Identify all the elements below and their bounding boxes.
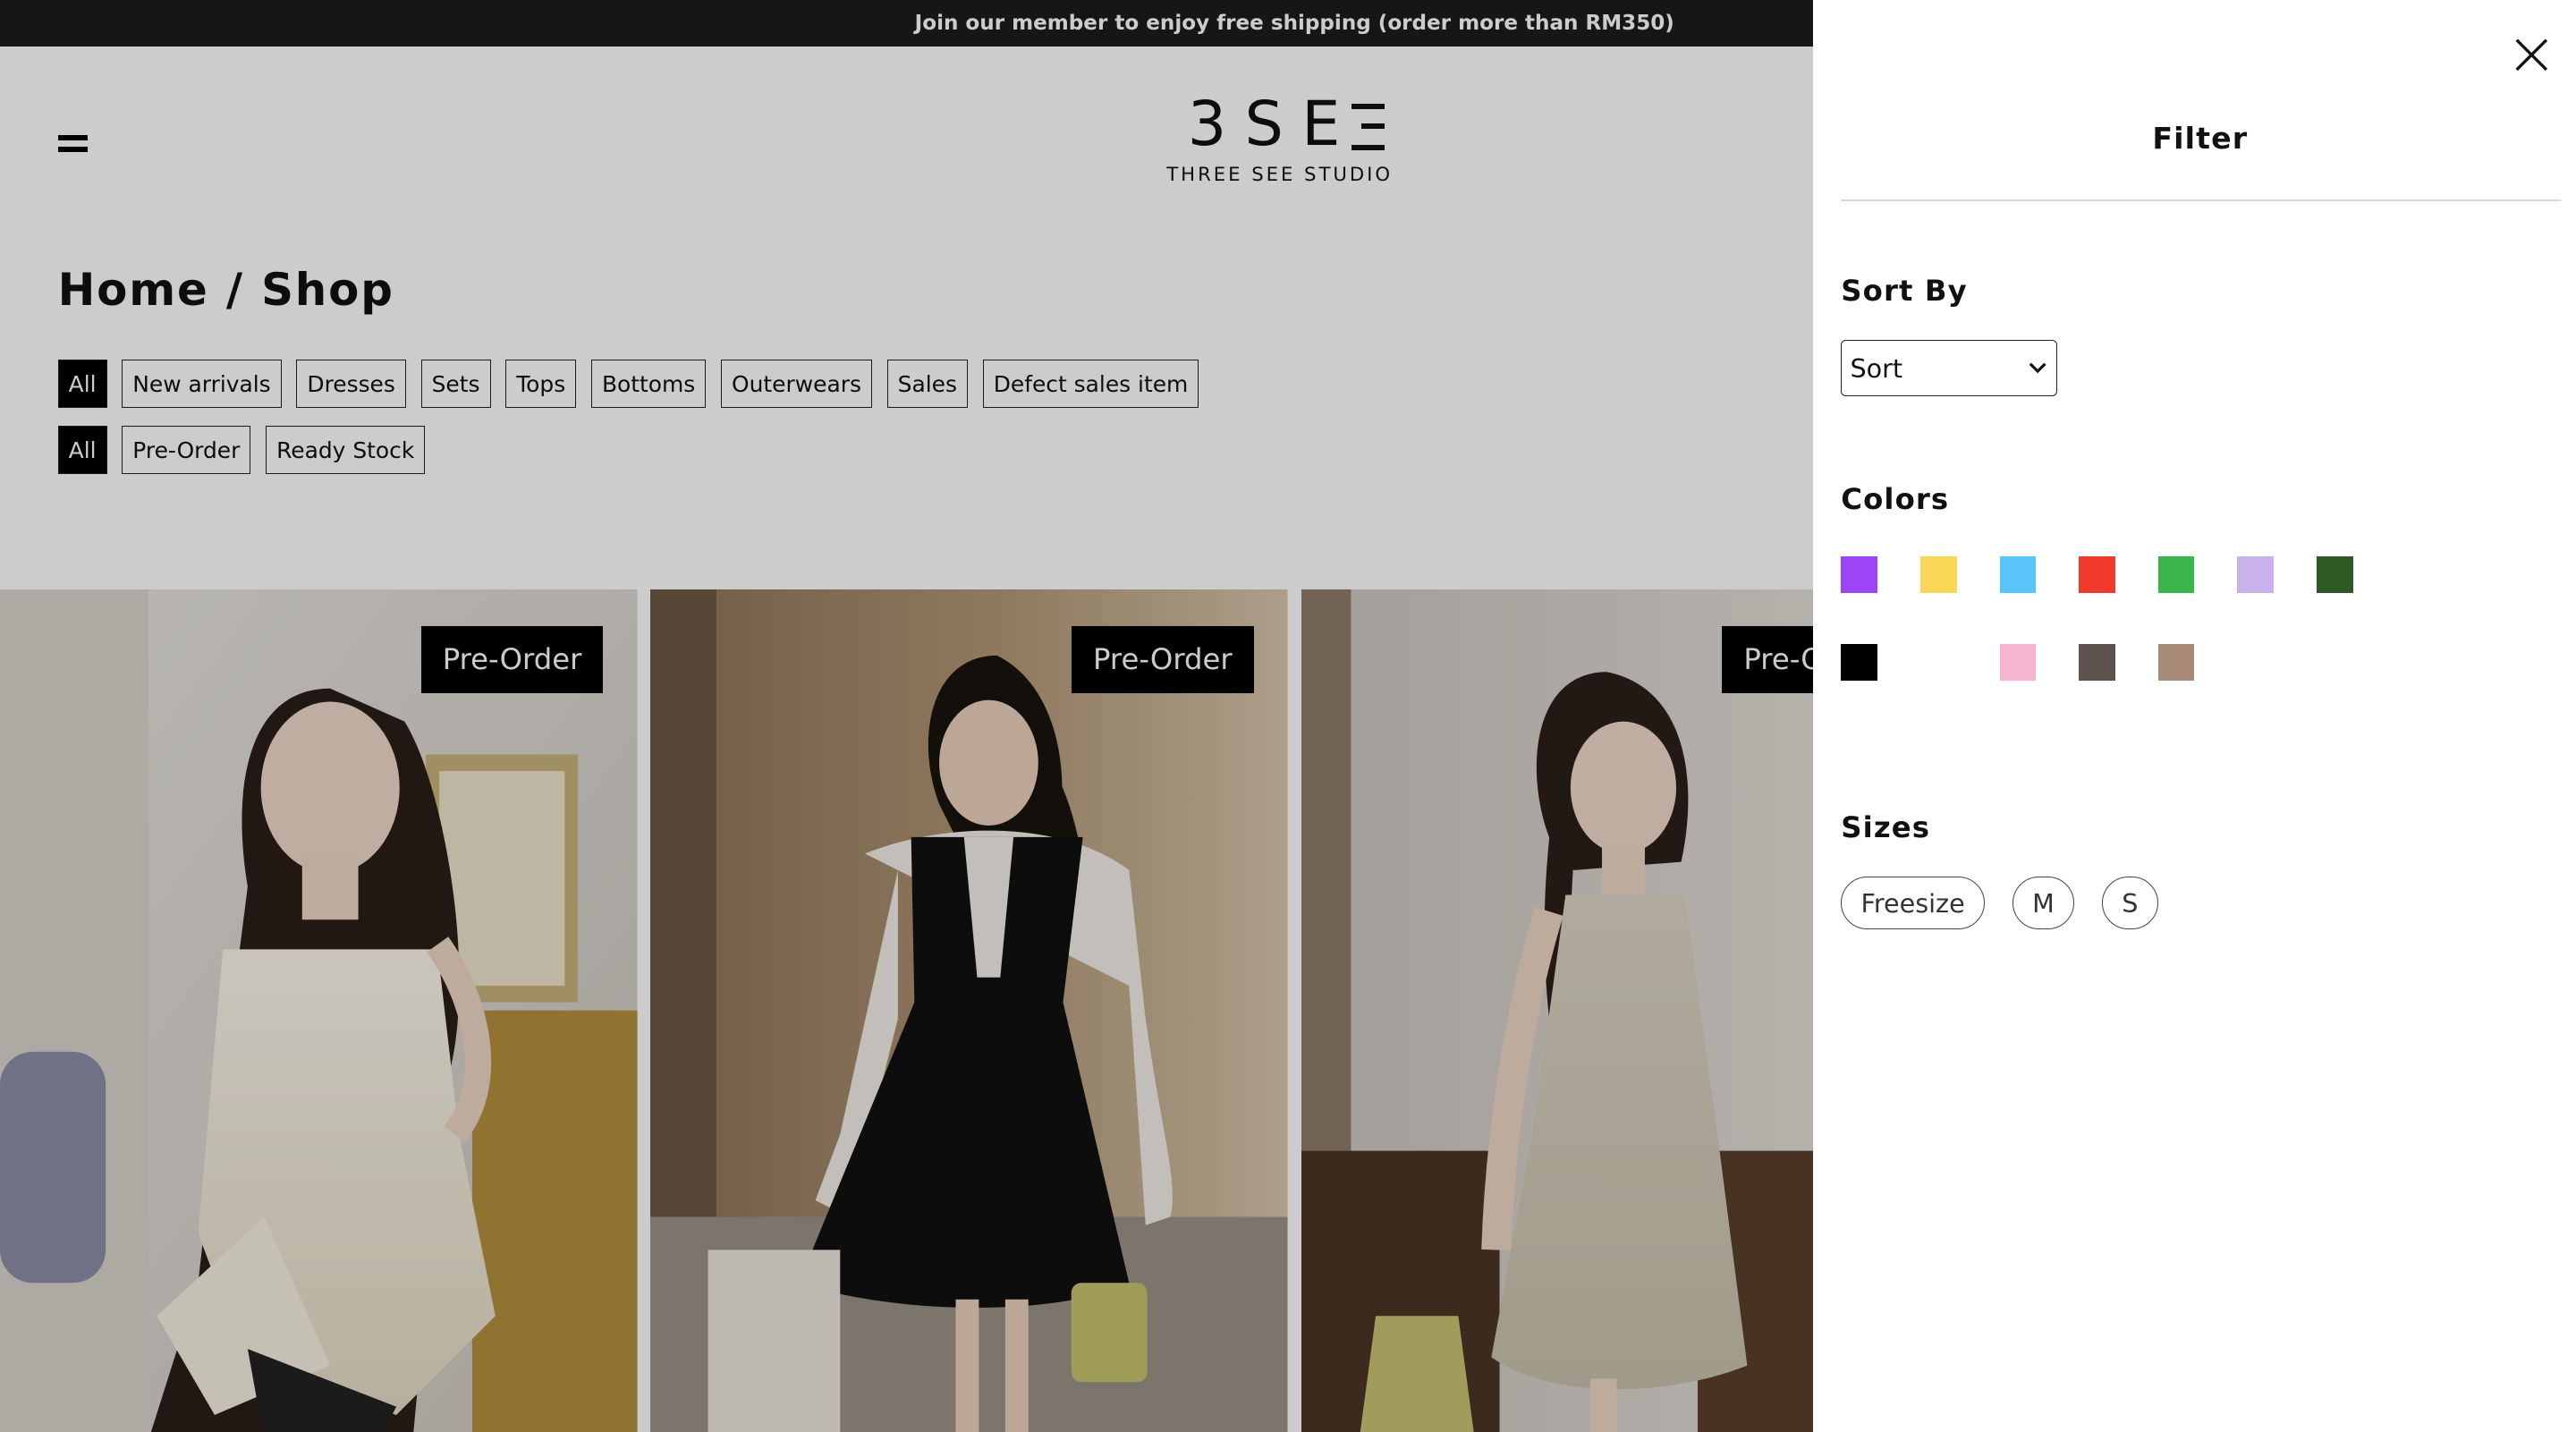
product-image[interactable]: [650, 589, 1288, 1432]
breadcrumb: Home / Shop: [57, 264, 394, 317]
stock-chip-pre-order[interactable]: Pre-Order: [122, 426, 251, 474]
sort-by-label: Sort By: [1841, 274, 1968, 309]
shop-page: Join our member to enjoy free shipping (…: [0, 0, 1813, 1432]
pre-order-badge: Pre-Order: [1072, 625, 1254, 694]
size-option-freesize[interactable]: Freesize: [1841, 877, 1985, 930]
stock-filter-row: All Pre-Order Ready Stock: [57, 426, 426, 474]
color-swatch[interactable]: [2237, 556, 2274, 593]
stock-chip-ready-stock[interactable]: Ready Stock: [266, 426, 426, 474]
pre-order-badge: Pre-Order: [420, 625, 604, 694]
color-swatch[interactable]: [1841, 556, 1877, 593]
color-swatch[interactable]: [1999, 643, 2037, 681]
colors-label: Colors: [1841, 482, 1950, 517]
logo-subtitle: THREE SEE STUDIO: [1166, 163, 1394, 186]
sort-dropdown[interactable]: Sort: [1841, 340, 2058, 397]
filter-title: Filter: [2152, 120, 2249, 156]
size-option-m[interactable]: M: [2012, 877, 2074, 930]
category-chip-defect-sales[interactable]: Defect sales item: [982, 360, 1199, 408]
announcement-bar: Join our member to enjoy free shipping (…: [0, 0, 1813, 47]
stock-chip-all[interactable]: All: [57, 426, 107, 474]
product-card[interactable]: Pre-Order: [1301, 589, 1813, 1432]
category-chip-outerwears[interactable]: Outerwears: [720, 360, 872, 408]
close-icon[interactable]: [2513, 37, 2550, 73]
color-swatch[interactable]: [2316, 556, 2353, 593]
category-chip-all[interactable]: All: [57, 360, 107, 408]
hamburger-menu-icon[interactable]: [57, 132, 88, 156]
chevron-down-icon: [2029, 362, 2046, 374]
color-swatch[interactable]: [1919, 556, 1957, 593]
filter-drawer: Filter Sort By Sort Colors Sizes Freesiz…: [1812, 0, 2576, 1432]
category-filter-row: All New arrivals Dresses Sets Tops Botto…: [57, 360, 1199, 408]
product-card[interactable]: Pre-Order: [0, 589, 638, 1432]
filter-divider: [1841, 199, 2562, 202]
color-swatch[interactable]: [1999, 556, 2037, 593]
category-chip-dresses[interactable]: Dresses: [296, 360, 406, 408]
product-image[interactable]: [0, 589, 638, 1432]
announcement-text: Join our member to enjoy free shipping (…: [914, 11, 1674, 35]
size-option-s[interactable]: S: [2101, 877, 2158, 930]
category-chip-sales[interactable]: Sales: [886, 360, 969, 408]
category-chip-new-arrivals[interactable]: New arrivals: [122, 360, 282, 408]
sizes-label: Sizes: [1841, 810, 1931, 845]
color-swatch[interactable]: [2157, 556, 2195, 593]
category-chip-sets[interactable]: Sets: [420, 360, 491, 408]
color-swatch[interactable]: [1919, 643, 1957, 681]
product-image[interactable]: [1301, 589, 1813, 1432]
category-chip-bottoms[interactable]: Bottoms: [590, 360, 707, 408]
color-swatch[interactable]: [2157, 643, 2195, 681]
color-swatch[interactable]: [2079, 556, 2115, 593]
color-swatch[interactable]: [2079, 643, 2115, 681]
pre-order-badge: Pre-Order: [1722, 625, 1813, 694]
logo-mark: 3SE: [1156, 92, 1403, 158]
sort-dropdown-value: Sort: [1850, 352, 1903, 384]
category-chip-tops[interactable]: Tops: [505, 360, 577, 408]
color-swatch[interactable]: [1841, 643, 1877, 681]
site-logo[interactable]: 3SE THREE SEE STUDIO: [1156, 92, 1403, 186]
product-card[interactable]: Pre-Order: [650, 589, 1288, 1432]
